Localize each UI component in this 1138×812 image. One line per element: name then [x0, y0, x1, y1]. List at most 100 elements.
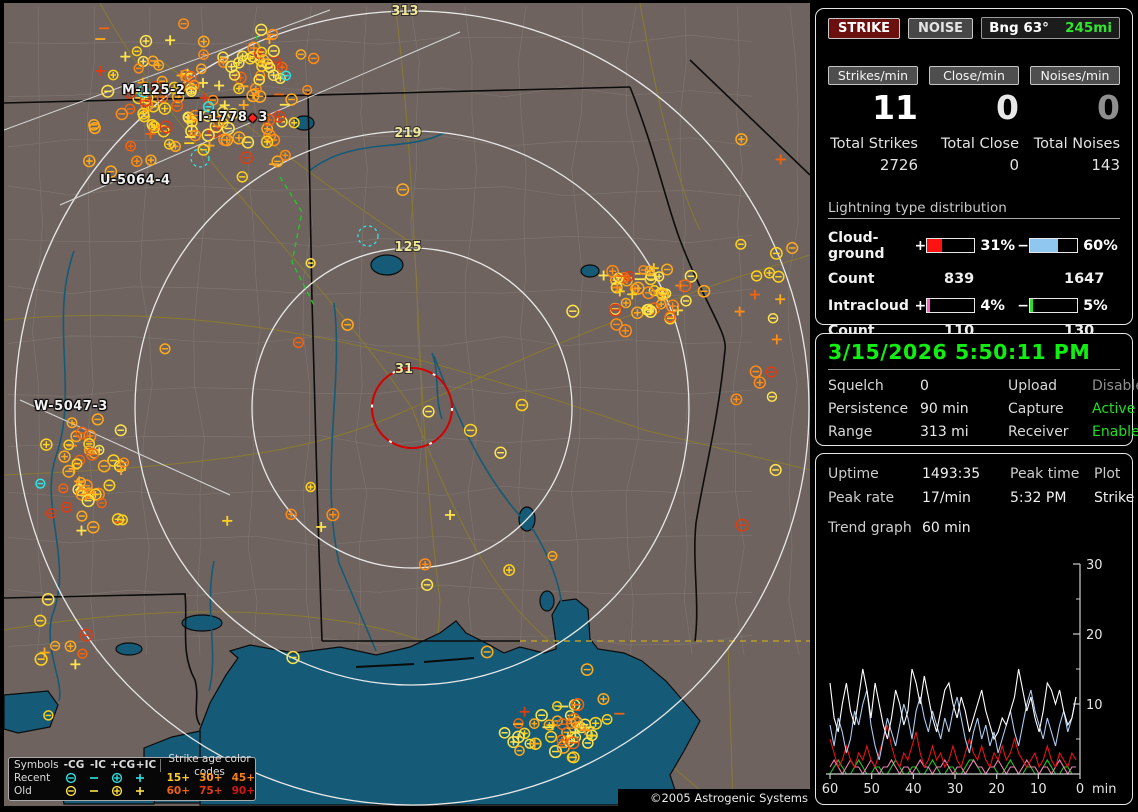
- noises-per-min-chip: Noises/min: [1030, 66, 1120, 85]
- legend-col-ncg: -CG: [62, 759, 86, 772]
- pos-ic-pct: 4%: [980, 298, 1017, 314]
- minus-sign: −: [1017, 238, 1029, 254]
- age-75: 75+: [190, 785, 222, 798]
- plot-header: Plot: [1094, 466, 1134, 482]
- trend-graph-window: 60 min: [922, 520, 971, 536]
- legend-col-pcg: +CG: [110, 759, 134, 772]
- circle-plus-icon: [106, 785, 129, 798]
- pos-ic-bar: [926, 298, 975, 313]
- squelch-value: 0: [920, 378, 1008, 394]
- strike-mode-button[interactable]: STRIKE: [828, 18, 900, 39]
- intracloud-row: Intracloud + 4% − 5%: [828, 298, 1120, 314]
- capture-label: Capture: [1008, 401, 1092, 417]
- stats-panel: STRIKE NOISE Bng 63° 245mi Strikes/min 1…: [815, 8, 1133, 325]
- svg-text:30: 30: [947, 782, 964, 794]
- circle-minus-icon: [60, 785, 83, 798]
- trend-graph-label: Trend graph: [828, 520, 922, 536]
- svg-text:125: 125: [394, 240, 421, 255]
- legend-recent-row: Recent 15+ 30+ 45+: [14, 772, 255, 785]
- status-grid: Squelch 0 Upload Disabled Persistence 90…: [828, 378, 1120, 440]
- intracloud-label: Intracloud: [828, 298, 915, 314]
- range-value: 313 mi: [920, 424, 1008, 440]
- peak-time-value: 5:32 PM: [1010, 490, 1094, 506]
- total-noises-value: 143: [1030, 156, 1120, 174]
- circle-minus-icon: [60, 772, 83, 785]
- trend-panel: Uptime 1493:35 Peak time Plot Peak rate …: [815, 453, 1133, 805]
- upload-status: Disabled: [1092, 378, 1138, 394]
- legend-spacer: [154, 785, 155, 798]
- bearing-distance: 245mi: [1065, 20, 1112, 36]
- map-canvas: 313 219 125 31: [4, 3, 810, 806]
- persistence-label: Persistence: [828, 401, 920, 417]
- minus-sign: −: [1017, 298, 1029, 314]
- minus-icon: [83, 772, 106, 785]
- date-time: 3/15/2026 5:50:11 PM: [828, 340, 1120, 364]
- lightning-map[interactable]: 31321912531 M-125-2I-1778◆3U-5064-4W-504…: [4, 3, 810, 806]
- total-close-label: Total Close: [929, 136, 1019, 152]
- svg-text:0: 0: [1076, 782, 1084, 794]
- svg-text:20: 20: [988, 782, 1005, 794]
- nexstorm-app: { "window": {"copyright": "©2005 Astroge…: [0, 0, 1138, 812]
- close-per-min-chip: Close/min: [929, 66, 1019, 85]
- svg-text:10: 10: [1086, 698, 1103, 713]
- distribution-title: Lightning type distribution: [828, 200, 1120, 219]
- legend-old-label: Old: [14, 785, 60, 798]
- strikes-per-min-value: 11: [828, 89, 918, 127]
- legend-symbols-header: Symbols: [14, 759, 62, 772]
- svg-text:60: 60: [822, 782, 838, 794]
- capture-status: Active: [1092, 401, 1138, 417]
- map-legend: Symbols -CG -IC +CG +IC Strike age color…: [8, 757, 256, 801]
- neg-ic-pct: 5%: [1083, 298, 1120, 314]
- pos-cg-pct: 31%: [980, 238, 1017, 254]
- svg-text:min: min: [1092, 782, 1117, 794]
- peak-rate-value: 17/min: [922, 490, 1010, 506]
- plus-icon: [129, 785, 152, 798]
- strikes-per-min-chip: Strikes/min: [828, 66, 918, 85]
- close-per-min-value: 0: [929, 89, 1019, 127]
- plus-sign: +: [915, 238, 927, 254]
- legend-recent-label: Recent: [14, 772, 60, 785]
- legend-col-pic: +IC: [134, 759, 158, 772]
- plus-icon: [129, 772, 152, 785]
- neg-ic-bar: [1029, 298, 1078, 313]
- peak-time-header: Peak time: [1010, 466, 1094, 482]
- noise-mode-button[interactable]: NOISE: [908, 18, 973, 39]
- mode-button-row: STRIKE NOISE Bng 63° 245mi: [828, 17, 1120, 39]
- legend-col-nic: -IC: [86, 759, 110, 772]
- svg-text:10: 10: [1030, 782, 1047, 794]
- divider: [828, 369, 1120, 370]
- svg-text:50: 50: [863, 782, 880, 794]
- age-60: 60+: [158, 785, 190, 798]
- bearing-indicator: Bng 63° 245mi: [981, 17, 1120, 39]
- age-30: 30+: [190, 772, 222, 785]
- legend-spacer: [154, 772, 155, 785]
- legend-header-row: Symbols -CG -IC +CG +IC Strike age color…: [14, 759, 255, 772]
- close-meter: Close/min 0 Total Close 0: [929, 66, 1019, 174]
- upload-label: Upload: [1008, 378, 1092, 394]
- peak-rate-label: Peak rate: [828, 490, 922, 506]
- receiver-status: Enabled: [1092, 424, 1138, 440]
- clock-status-panel: 3/15/2026 5:50:11 PM Squelch 0 Upload Di…: [815, 333, 1133, 446]
- neg-cg-pct: 60%: [1083, 238, 1120, 254]
- age-90: 90+: [223, 785, 255, 798]
- total-noises-label: Total Noises: [1030, 136, 1120, 152]
- trend-graph: 1020306050403020100min: [822, 538, 1126, 794]
- pos-cg-bar: [926, 238, 975, 253]
- minus-icon: [83, 785, 106, 798]
- squelch-label: Squelch: [828, 378, 920, 394]
- receiver-label: Receiver: [1008, 424, 1092, 440]
- svg-text:219: 219: [394, 126, 421, 141]
- total-strikes-value: 2726: [828, 156, 918, 174]
- total-strikes-label: Total Strikes: [828, 136, 918, 152]
- svg-text:20: 20: [1086, 628, 1103, 643]
- neg-cg-count: 1647: [1064, 271, 1104, 287]
- cloud-ground-count-row: Count 839 1647: [828, 271, 1120, 287]
- series-total-strike-rate: [830, 669, 1076, 739]
- age-45: 45+: [223, 772, 255, 785]
- uptime-grid: Uptime 1493:35 Peak time Plot Peak rate …: [828, 466, 1120, 506]
- bearing-value: Bng 63°: [989, 20, 1049, 36]
- svg-text:31: 31: [395, 362, 413, 377]
- trend-graph-row: Trend graph 60 min: [828, 520, 1120, 536]
- legend-old-row: Old 60+ 75+ 90+: [14, 785, 255, 798]
- svg-text:313: 313: [391, 4, 418, 19]
